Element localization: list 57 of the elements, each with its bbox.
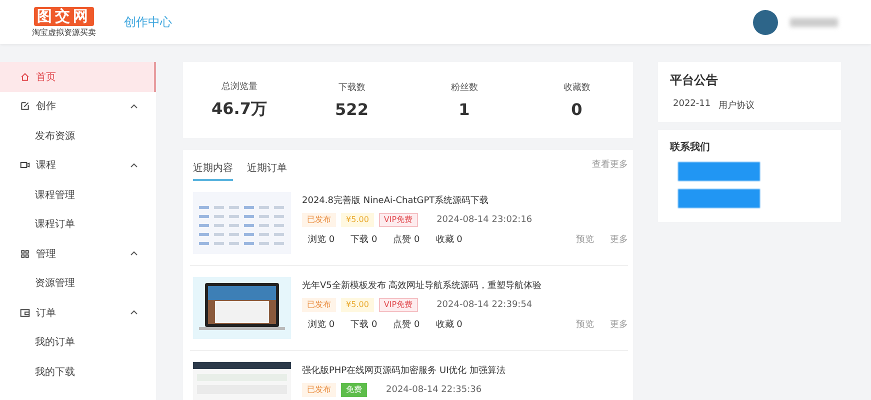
edit-icon	[20, 101, 30, 112]
stat-count: 点赞 0	[393, 234, 420, 246]
tag: 已发布	[302, 383, 336, 397]
stat-count: 收藏 0	[436, 318, 462, 331]
sidebar-subitem[interactable]: 课程订单	[0, 210, 156, 239]
avatar[interactable]	[753, 10, 778, 34]
tag: VIP免费	[378, 213, 418, 227]
sidebar-item[interactable]: 创作	[0, 92, 156, 121]
blurred-contact-button[interactable]	[678, 162, 760, 181]
tag: ¥5.00	[341, 298, 374, 312]
stat-label: 下载数	[338, 82, 366, 94]
tab[interactable]: 近期内容	[193, 158, 233, 181]
stat-label: 粉丝数	[450, 82, 478, 94]
stat-count: 浏览 0	[308, 318, 335, 331]
card-title: 平台公告	[670, 72, 719, 89]
tag: 免费	[341, 383, 367, 397]
item-title[interactable]: 光年V5全新模板发布 高效网址导航系统源码，重塑导航体验	[302, 279, 628, 292]
item-title[interactable]: 2024.8完善版 NineAi-ChatGPT系统源码下载	[302, 194, 628, 207]
video-camera-icon	[20, 160, 30, 170]
section-title: 创作中心	[124, 14, 172, 30]
tag: 已发布	[302, 298, 336, 312]
sidebar-subitem[interactable]: 我的下载	[0, 357, 156, 386]
home-icon	[20, 72, 30, 82]
logo-tagline: 淘宝虚拟资源买卖	[32, 26, 96, 38]
grid-icon	[20, 248, 30, 259]
sidebar-subitem[interactable]: 资源管理	[0, 268, 156, 298]
wallet-icon	[20, 308, 30, 318]
sidebar-item[interactable]: 管理	[0, 239, 156, 268]
tag: 已发布	[302, 213, 336, 227]
tag: VIP免费	[378, 298, 418, 312]
stat-count: 点赞 0	[393, 318, 420, 331]
sidebar-item[interactable]: 课程	[0, 150, 156, 180]
notice-link[interactable]: 用户协议	[718, 99, 755, 112]
date: 2024-08-14 23:02:16	[436, 214, 532, 226]
stat-count: 下载 0	[350, 318, 378, 331]
sidebar-item[interactable]: 订单	[0, 298, 156, 328]
stat-value: 46.7万	[212, 99, 267, 120]
card-title: 联系我们	[670, 140, 711, 154]
stat-count: 收藏 0	[436, 234, 462, 246]
stat-label: 总浏览量	[221, 80, 258, 93]
stat-value: 0	[571, 100, 582, 119]
sidebar-subitem[interactable]: 课程管理	[0, 180, 156, 210]
date: 2024-08-14 22:39:54	[436, 300, 532, 310]
item-title[interactable]: 强化版PHP在线网页源码加密服务 UI优化 加强算法	[302, 364, 628, 377]
stat-count: 浏览 0	[308, 234, 335, 246]
sidebar-subitem[interactable]: 我的订单	[0, 328, 156, 357]
stat-count: 下载 0	[350, 234, 378, 246]
sidebar-subitem[interactable]: 发布资源	[0, 121, 156, 150]
notice-date: 2022-11	[673, 99, 711, 111]
tag: ¥5.00	[341, 213, 374, 227]
blurred-contact-button[interactable]	[678, 189, 760, 208]
date: 2024-08-14 22:35:36	[386, 384, 482, 396]
stat-value: 1	[458, 100, 470, 119]
tab[interactable]: 近期订单	[247, 158, 287, 181]
stat-label: 收藏数	[563, 82, 590, 94]
blurred-username	[790, 18, 838, 26]
stat-value: 522	[335, 100, 368, 119]
